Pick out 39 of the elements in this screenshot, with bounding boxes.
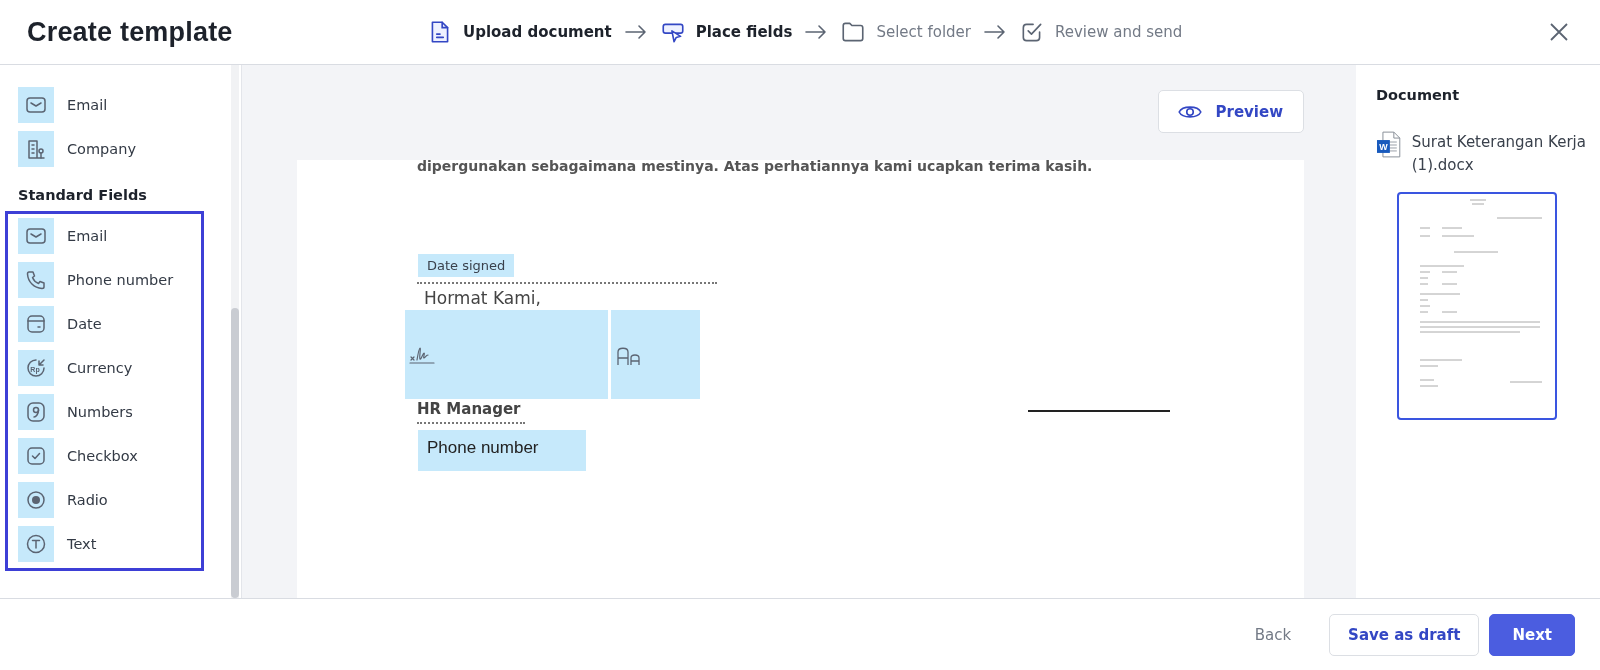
envelope-icon bbox=[18, 218, 54, 254]
panel-heading: Document bbox=[1376, 87, 1461, 103]
text-icon bbox=[18, 526, 54, 562]
field-item[interactable]: Radio bbox=[8, 478, 201, 522]
text-field[interactable] bbox=[611, 310, 700, 399]
phone-icon bbox=[18, 262, 54, 298]
calendar-icon bbox=[18, 306, 54, 342]
close-icon bbox=[1548, 21, 1570, 43]
step-tab[interactable]: Review and send bbox=[1018, 19, 1183, 45]
field-item[interactable]: Numbers bbox=[8, 390, 201, 434]
signature-field[interactable] bbox=[405, 310, 608, 399]
envelope-icon bbox=[18, 87, 54, 123]
field-item[interactable]: Date bbox=[8, 302, 201, 346]
field-item[interactable]: Checkbox bbox=[8, 434, 201, 478]
field-item[interactable]: Text bbox=[8, 522, 201, 566]
phone-number-field[interactable]: Phone number bbox=[418, 430, 586, 471]
number-icon bbox=[18, 394, 54, 430]
step-tab[interactable]: Place fields bbox=[659, 19, 793, 45]
scrollbar-thumb[interactable] bbox=[231, 308, 239, 598]
building-icon bbox=[18, 131, 54, 167]
document-paragraph: dipergunakan sebagaimana mestinya. Atas perhatiannya kami ucapkan terima kasih. bbox=[417, 158, 1093, 174]
field-item[interactable]: Email bbox=[5, 83, 231, 127]
file-name: Surat Keterangan Kerja (1).docx bbox=[1411, 132, 1587, 176]
field-item[interactable]: Company bbox=[5, 127, 231, 171]
radio-icon bbox=[18, 482, 54, 518]
step-tab[interactable]: Select folder bbox=[840, 19, 971, 45]
page-title: Create template bbox=[27, 16, 234, 48]
checkbox-icon bbox=[18, 438, 54, 474]
field-item[interactable]: Phone number bbox=[8, 258, 201, 302]
closing-text: Hormat Kami, bbox=[424, 288, 541, 308]
date-signed-field[interactable]: Date signed bbox=[418, 254, 515, 277]
preview-button[interactable]: Preview bbox=[1158, 90, 1304, 133]
step-tab[interactable]: Upload document bbox=[427, 19, 612, 45]
next-button[interactable]: Next bbox=[1489, 613, 1575, 656]
save-draft-button[interactable]: Save as draft bbox=[1329, 613, 1480, 656]
section-heading: Standard Fields bbox=[17, 186, 148, 205]
field-item[interactable]: Email bbox=[8, 214, 201, 258]
back-button[interactable]: Back bbox=[1236, 613, 1310, 656]
signer-title: HR Manager bbox=[417, 400, 521, 418]
